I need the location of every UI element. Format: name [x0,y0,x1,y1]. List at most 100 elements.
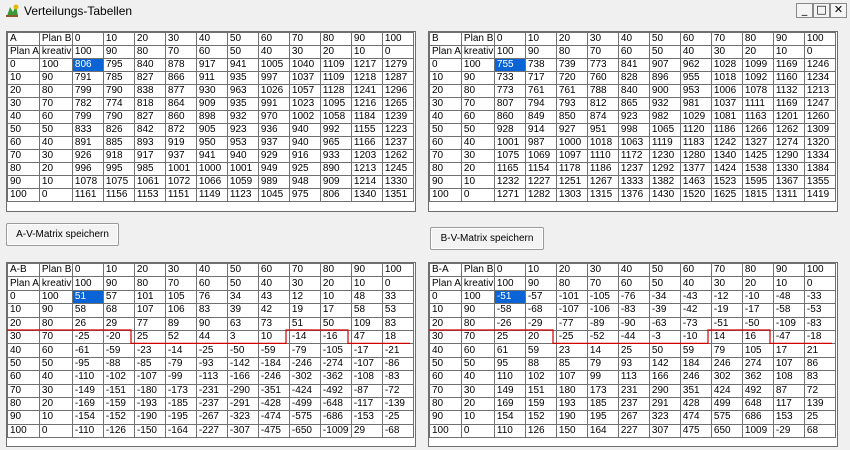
grid-cell[interactable]: 926 [71,149,104,163]
header-cell[interactable]: 70 [38,329,73,345]
grid-cell[interactable]: -323 [226,410,259,425]
header-cell[interactable]: 30 [164,32,197,46]
grid-cell[interactable]: 1001 [493,136,526,150]
grid-cell[interactable]: -39 [648,303,681,318]
grid-cell[interactable]: 1303 [555,188,588,202]
grid-cell[interactable]: 1075 [102,175,135,189]
header-cell[interactable]: 50 [38,356,73,372]
grid-cell[interactable]: 992 [319,123,352,137]
grid-cell[interactable]: 107 [133,303,166,318]
grid-cell[interactable]: 1367 [772,175,805,189]
grid-cell[interactable]: -105 [586,289,619,305]
header-cell[interactable]: 20 [460,396,495,412]
grid-cell[interactable]: 227 [617,423,650,439]
grid-cell[interactable]: 1271 [493,188,526,202]
grid-cell[interactable]: -474 [257,410,290,425]
header-cell[interactable]: 50 [429,356,462,372]
header-cell[interactable]: 30 [38,149,73,163]
header-cell[interactable]: 80 [319,263,352,278]
grid-cell[interactable]: 73 [257,316,290,331]
grid-cell[interactable]: -362 [319,370,352,385]
grid-cell[interactable]: -68 [381,423,414,439]
grid-cell[interactable]: 1287 [381,71,414,85]
header-cell[interactable]: 20 [319,276,352,291]
grid-cell[interactable]: -117 [350,396,383,412]
grid-cell[interactable]: -267 [195,410,228,425]
header-cell[interactable]: 80 [38,316,73,331]
grid-cell[interactable]: 1166 [350,136,383,150]
grid-cell[interactable]: -101 [555,289,588,305]
grid-cell[interactable]: 1009 [741,423,774,439]
header-cell[interactable]: kreativ [38,45,73,59]
header-cell[interactable]: 20 [460,162,495,176]
header-cell[interactable]: 70 [586,45,619,59]
grid-cell[interactable]: 26 [71,316,104,331]
grid-cell[interactable]: 936 [257,123,290,137]
grid-cell[interactable]: 1239 [381,110,414,124]
grid-cell[interactable]: -274 [319,356,352,372]
grid-cell[interactable]: 919 [164,136,197,150]
grid-cell[interactable]: 985 [133,162,166,176]
grid-cell[interactable]: 1066 [195,175,228,189]
grid-cell[interactable]: 106 [164,303,197,318]
grid-cell[interactable]: 166 [648,370,681,385]
header-cell[interactable]: 80 [133,276,166,291]
grid-cell[interactable]: 1245 [381,162,414,176]
grid-cell[interactable]: 965 [319,136,352,150]
grid-cell[interactable]: -79 [164,356,197,372]
grid-cell[interactable]: -53 [803,303,836,318]
grid-cell[interactable]: 941 [195,149,228,163]
grid-cell[interactable]: 1267 [586,175,619,189]
grid-cell[interactable]: -159 [102,396,135,412]
title-bar[interactable]: Verteilungs-Tabellen _ □ ✕ [0,0,850,23]
grid-cell[interactable]: 1282 [524,188,557,202]
grid-cell[interactable]: 1128 [319,84,352,98]
grid-cell[interactable]: 90 [195,316,228,331]
grid-cell[interactable]: 89 [164,316,197,331]
grid-cell[interactable]: 195 [586,410,619,425]
grid-cell[interactable]: 1183 [679,136,712,150]
grid-cell[interactable]: -307 [226,423,259,439]
grid-cell[interactable]: 849 [524,110,557,124]
header-cell[interactable]: 50 [460,356,495,372]
grid-cell[interactable]: -51 [710,316,743,331]
grid-cell[interactable]: 29 [102,316,135,331]
grid-cell[interactable]: -109 [772,316,805,331]
grid-cell[interactable]: 1184 [350,110,383,124]
grid-cell[interactable]: 302 [710,370,743,385]
grid-cell[interactable]: 1214 [350,175,383,189]
grid-cell[interactable]: 48 [350,289,383,305]
grid-cell[interactable]: -106 [586,303,619,318]
header-cell[interactable]: 80 [555,276,588,291]
header-cell[interactable]: Plan B [38,32,73,46]
header-cell[interactable]: 100 [7,423,40,439]
grid-cell[interactable]: -107 [350,356,383,372]
header-cell[interactable]: 90 [7,410,40,425]
grid-cell[interactable]: 860 [164,110,197,124]
grid-cell[interactable]: 83 [803,370,836,385]
header-cell[interactable]: 40 [7,110,40,124]
grid-cell[interactable]: 107 [555,370,588,385]
header-cell[interactable]: 0 [7,58,40,72]
header-cell[interactable]: 50 [460,123,495,137]
header-cell[interactable]: 30 [710,45,743,59]
grid-cell[interactable]: 1186 [586,162,619,176]
grid-cell[interactable]: 117 [772,396,805,412]
header-cell[interactable]: 0 [381,45,414,59]
grid-cell[interactable]: 1216 [350,97,383,111]
grid-cell[interactable]: -95 [71,356,104,372]
grid-cell[interactable]: 17 [319,303,352,318]
grid-cell[interactable]: 1384 [803,162,836,176]
grid-cell[interactable]: -52 [586,329,619,345]
grid-cell[interactable]: 1463 [679,175,712,189]
grid-cell[interactable]: 1169 [772,97,805,111]
grid-cell[interactable]: 154 [493,410,526,425]
grid-cell[interactable]: 1072 [164,175,197,189]
grid-cell[interactable]: 58 [71,303,104,318]
header-cell[interactable]: 70 [460,329,495,345]
header-cell[interactable]: 100 [803,32,836,46]
grid-cell[interactable]: 907 [648,58,681,72]
grid-cell[interactable]: 3 [226,329,259,345]
header-cell[interactable]: 10 [772,45,805,59]
grid-cell[interactable]: 1026 [257,84,290,98]
